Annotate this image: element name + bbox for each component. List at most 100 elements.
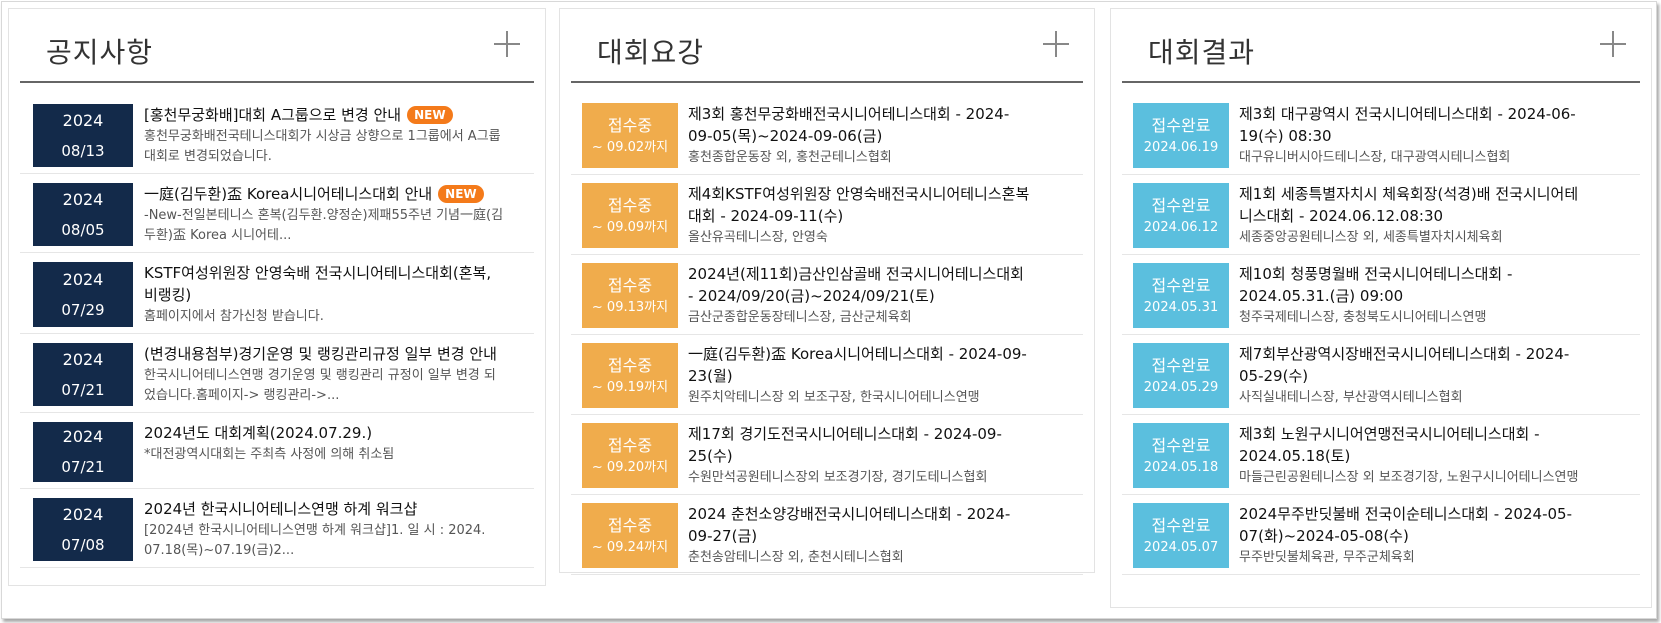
guideline-item[interactable]: 접수중 ~ 09.13까지 2024년(제11회)금산인삼골배 전국시니어테니스대회… (571, 255, 1083, 335)
guideline-title[interactable]: 2024 춘천소양강배전국시니어테니스대회 - 2024-09-27(금) (688, 503, 1030, 547)
registration-status-badge: 접수중 ~ 09.19까지 (582, 343, 678, 408)
notice-title-text[interactable]: (변경내용첨부)경기운영 및 랭킹관리규정 일부 변경 안내 (144, 345, 497, 363)
notice-date: 08/13 (61, 141, 105, 160)
results-panel: 대회결과 접수완료 2024.06.19 제3회 대구광역시 전국시니어테니스대회 … (1110, 8, 1652, 608)
notice-title-text[interactable]: 2024년도 대회계획(2024.07.29.) (144, 424, 372, 442)
notice-title[interactable]: (변경내용첨부)경기운영 및 랭킹관리규정 일부 변경 안내 (144, 343, 505, 365)
guideline-item[interactable]: 접수중 ~ 09.09까지 제4회KSTF여성위원장 안영숙배전국시니어테니스혼복대… (571, 175, 1083, 255)
result-title[interactable]: 제10회 청풍명월배 전국시니어테니스대회 - 2024.05.31.(금) 0… (1239, 263, 1581, 307)
notice-title[interactable]: [홍천무궁화배]대회 A그룹으로 변경 안내 NEW (144, 104, 505, 126)
registration-status-badge: 접수중 ~ 09.20까지 (582, 423, 678, 488)
guidelines-more-plus-icon[interactable] (1043, 31, 1069, 57)
guideline-item[interactable]: 접수중 ~ 09.20까지 제17회 경기도전국시니어테니스대회 - 2024-09… (571, 415, 1083, 495)
guideline-venue: 홍천종합운동장 외, 홍천군테니스협회 (688, 150, 892, 165)
new-badge: NEW (407, 106, 453, 124)
notices-panel: 공지사항 2024 08/13 [홍천무궁화배]대회 A그룹으로 변경 안내 NEW 홍… (8, 8, 546, 586)
result-title[interactable]: 제3회 노원구시니어연맹전국시니어테니스대회 - 2024.05.18(토) (1239, 423, 1581, 467)
results-more-plus-icon[interactable] (1600, 31, 1626, 57)
notice-year: 2024 (62, 110, 104, 130)
notices-header: 공지사항 (20, 9, 534, 83)
notice-date-box: 2024 07/08 (33, 498, 133, 561)
result-item[interactable]: 접수완료 2024.06.19 제3회 대구광역시 전국시니어테니스대회 - 202… (1122, 95, 1640, 175)
notice-description[interactable]: 홈페이지에서 참가신청 받습니다. (144, 307, 505, 327)
result-venue: 무주반딧불체육관, 무주군체육회 (1239, 550, 1415, 565)
result-title[interactable]: 제1회 세종특별자치시 체육회장(석경)배 전국시니어테니스대회 - 2024.… (1239, 183, 1581, 227)
result-date: 2024.05.29 (1143, 379, 1219, 395)
notice-date: 07/21 (61, 380, 105, 399)
guidelines-title[interactable]: 대회요강 (597, 31, 704, 71)
result-title[interactable]: 제7회부산광역시장배전국시니어테니스대회 - 2024-05-29(수) (1239, 343, 1581, 387)
registration-status-badge: 접수중 ~ 09.13까지 (582, 263, 678, 328)
guideline-venue: 수원만석공원테니스장외 보조경기장, 경기도테니스협회 (688, 470, 988, 485)
result-venue: 사직실내테니스장, 부산광역시테니스협회 (1239, 390, 1463, 405)
notices-more-plus-icon[interactable] (494, 31, 520, 57)
result-item[interactable]: 접수완료 2024.05.29 제7회부산광역시장배전국시니어테니스대회 - 202… (1122, 335, 1640, 415)
result-item[interactable]: 접수완료 2024.05.31 제10회 청풍명월배 전국시니어테니스대회 - 20… (1122, 255, 1640, 335)
guideline-body: 一庭(김두환)盃 Korea시니어테니스대회 - 2024-09-23(월) 원주… (678, 343, 1030, 408)
guideline-title[interactable]: 2024년(제11회)금산인삼골배 전국시니어테니스대회 - 2024/09/2… (688, 263, 1030, 307)
result-item[interactable]: 접수완료 2024.06.12 제1회 세종특별자치시 체육회장(석경)배 전국시니… (1122, 175, 1640, 255)
notice-title-text[interactable]: KSTF여성위원장 안영숙배 전국시니어테니스대회(혼복, 비랭킹) (144, 264, 491, 304)
status-label: 접수완료 (1151, 195, 1211, 215)
result-venue: 청주국제테니스장, 충청북도시니어테니스연맹 (1239, 310, 1487, 325)
notices-title[interactable]: 공지사항 (46, 31, 153, 71)
guideline-body: 제3회 홍천무궁화배전국시니어테니스대회 - 2024-09-05(목)~202… (678, 103, 1030, 168)
notice-item[interactable]: 2024 08/13 [홍천무궁화배]대회 A그룹으로 변경 안내 NEW 홍천무궁화배… (20, 95, 534, 174)
result-venue: 마들근린공원테니스장 외 보조경기장, 노원구시니어테니스연맹 (1239, 470, 1579, 485)
deadline-label: ~ 09.24까지 (591, 539, 669, 555)
notice-item[interactable]: 2024 08/05 一庭(김두환)盃 Korea시니어테니스대회 안내 NEW -Ne… (20, 174, 534, 253)
deadline-label: ~ 09.19까지 (591, 379, 669, 395)
result-date: 2024.05.07 (1143, 539, 1219, 555)
completed-status-badge: 접수완료 2024.06.12 (1133, 183, 1229, 248)
status-label: 접수중 (607, 355, 653, 375)
notice-description[interactable]: *대전광역시대회는 주최측 사정에 의해 취소됨 (144, 445, 505, 465)
notice-year: 2024 (62, 189, 104, 209)
notice-item[interactable]: 2024 07/08 2024년 한국시니어테니스연맹 하계 워크샵 [2024년 한… (20, 489, 534, 568)
guideline-item[interactable]: 접수중 ~ 09.19까지 一庭(김두환)盃 Korea시니어테니스대회 - 202… (571, 335, 1083, 415)
completed-status-badge: 접수완료 2024.05.18 (1133, 423, 1229, 488)
guideline-title[interactable]: 제3회 홍천무궁화배전국시니어테니스대회 - 2024-09-05(목)~202… (688, 103, 1030, 147)
notice-title-text[interactable]: 一庭(김두환)盃 Korea시니어테니스대회 안내 (144, 185, 432, 203)
notice-body: [홍천무궁화배]대회 A그룹으로 변경 안내 NEW 홍천무궁화배전국테니스대회가 … (133, 104, 505, 167)
result-date: 2024.06.12 (1143, 219, 1219, 235)
notice-title-text[interactable]: 2024년 한국시니어테니스연맹 하계 워크샵 (144, 500, 417, 518)
guideline-title[interactable]: 一庭(김두환)盃 Korea시니어테니스대회 - 2024-09-23(월) (688, 343, 1030, 387)
notice-description[interactable]: -New-전일본테니스 혼복(김두환.양정순)제패55주년 기념一庭(김두환)盃… (144, 206, 505, 246)
guideline-body: 2024 춘천소양강배전국시니어테니스대회 - 2024-09-27(금) 춘천송… (678, 503, 1030, 568)
status-label: 접수중 (607, 115, 653, 135)
notice-title[interactable]: 2024년 한국시니어테니스연맹 하계 워크샵 (144, 498, 505, 520)
result-title[interactable]: 2024무주반딧불배 전국이순테니스대회 - 2024-05-07(화)~202… (1239, 503, 1581, 547)
status-label: 접수중 (607, 195, 653, 215)
notice-title[interactable]: KSTF여성위원장 안영숙배 전국시니어테니스대회(혼복, 비랭킹) (144, 262, 505, 306)
notice-date-box: 2024 08/13 (33, 104, 133, 167)
notice-title[interactable]: 2024년도 대회계획(2024.07.29.) (144, 422, 505, 444)
guideline-title[interactable]: 제17회 경기도전국시니어테니스대회 - 2024-09-25(수) (688, 423, 1030, 467)
guideline-item[interactable]: 접수중 ~ 09.24까지 2024 춘천소양강배전국시니어테니스대회 - 2024… (571, 495, 1083, 575)
notice-description[interactable]: [2024년 한국시니어테니스연맹 하계 워크샵]1. 일 시 : 2024. … (144, 521, 505, 561)
guidelines-header: 대회요강 (571, 9, 1083, 83)
result-body: 제7회부산광역시장배전국시니어테니스대회 - 2024-05-29(수) 사직실내… (1229, 343, 1581, 408)
result-body: 제10회 청풍명월배 전국시니어테니스대회 - 2024.05.31.(금) 0… (1229, 263, 1581, 328)
notice-title[interactable]: 一庭(김두환)盃 Korea시니어테니스대회 안내 NEW (144, 183, 505, 205)
notice-item[interactable]: 2024 07/21 2024년도 대회계획(2024.07.29.) *대전광역시대… (20, 413, 534, 489)
new-badge: NEW (438, 185, 484, 203)
status-label: 접수완료 (1151, 115, 1211, 135)
deadline-label: ~ 09.09까지 (591, 219, 669, 235)
result-body: 제3회 노원구시니어연맹전국시니어테니스대회 - 2024.05.18(토) 마들… (1229, 423, 1581, 488)
guideline-body: 제17회 경기도전국시니어테니스대회 - 2024-09-25(수) 수원만석공원… (678, 423, 1030, 488)
notice-title-text[interactable]: [홍천무궁화배]대회 A그룹으로 변경 안내 (144, 106, 401, 124)
notice-item[interactable]: 2024 07/21 (변경내용첨부)경기운영 및 랭킹관리규정 일부 변경 안내한… (20, 334, 534, 413)
notice-item[interactable]: 2024 07/29 KSTF여성위원장 안영숙배 전국시니어테니스대회(혼복, 비… (20, 253, 534, 334)
result-body: 2024무주반딧불배 전국이순테니스대회 - 2024-05-07(화)~202… (1229, 503, 1581, 568)
guideline-title[interactable]: 제4회KSTF여성위원장 안영숙배전국시니어테니스혼복대회 - 2024-09-… (688, 183, 1030, 227)
guideline-item[interactable]: 접수중 ~ 09.02까지 제3회 홍천무궁화배전국시니어테니스대회 - 2024-… (571, 95, 1083, 175)
notice-description[interactable]: 한국시니어테니스연맹 경기운영 및 랭킹관리 규정이 일부 변경 되었습니다.홈… (144, 366, 505, 406)
result-title[interactable]: 제3회 대구광역시 전국시니어테니스대회 - 2024-06-19(수) 08:… (1239, 103, 1581, 147)
results-title[interactable]: 대회결과 (1148, 31, 1255, 71)
completed-status-badge: 접수완료 2024.05.07 (1133, 503, 1229, 568)
result-item[interactable]: 접수완료 2024.05.07 2024무주반딧불배 전국이순테니스대회 - 202… (1122, 495, 1640, 575)
notice-description[interactable]: 홍천무궁화배전국테니스대회가 시상금 상향으로 1그룹에서 A그룹대회로 변경되… (144, 127, 505, 167)
result-item[interactable]: 접수완료 2024.05.18 제3회 노원구시니어연맹전국시니어테니스대회 - 2… (1122, 415, 1640, 495)
notice-date: 07/21 (61, 458, 105, 476)
notice-date-box: 2024 07/21 (33, 343, 133, 406)
